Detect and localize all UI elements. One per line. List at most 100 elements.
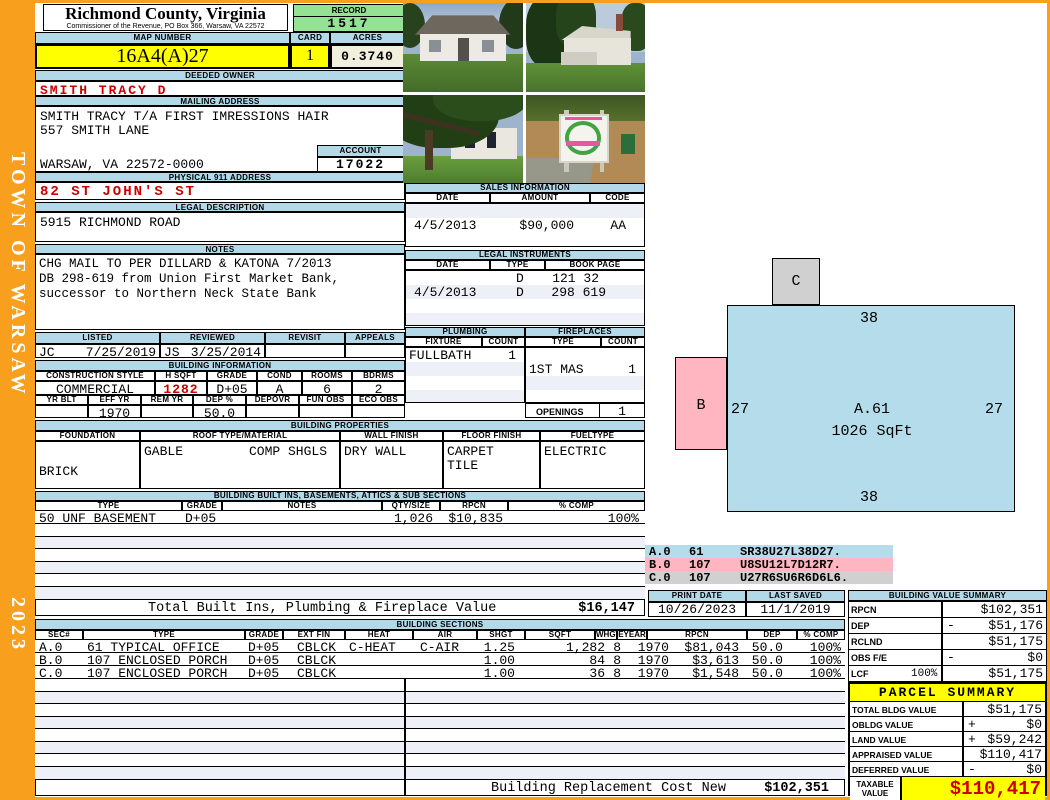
acres-label: ACRES	[330, 32, 405, 44]
legend-row-c: C.0 107 U27R6SU6R6D6L6.	[645, 571, 893, 585]
li-book-label: BOOK PAGE	[545, 260, 645, 270]
listed-date: 7/25/2019	[85, 345, 156, 358]
bi-notes-label: NOTES	[222, 501, 382, 511]
bs-rpcn-label: RPCN	[647, 630, 747, 640]
listed-by: JC	[39, 345, 55, 358]
yrblt-label: YR BLT	[35, 395, 88, 405]
listed-label: LISTED	[35, 332, 160, 344]
physical-address-value: 82 ST JOHN'S ST	[35, 182, 405, 200]
floor-finish-value: CARPET TILE	[443, 441, 540, 489]
parcel-row: TOTAL BLDG VALUE $51,175	[850, 702, 1045, 717]
built-ins-total-row: Total Built Ins, Plumbing & Fireplace Va…	[35, 599, 645, 616]
empty-row	[526, 348, 644, 362]
bvs-amount: $51,175	[988, 634, 1043, 649]
bs-extfin-label: EXT FIN	[283, 630, 345, 640]
fireplace-type-value: 1ST MAS	[529, 362, 584, 377]
bs-dep-label: DEP	[747, 630, 797, 640]
openings-label: OPENINGS	[536, 407, 584, 417]
map-number-value: 16A4(A)27	[35, 44, 290, 69]
parcel-row: APPRAISED VALUE $110,417	[850, 747, 1045, 762]
bs-eyear-label: EYEAR	[617, 630, 647, 640]
trunk	[424, 129, 433, 170]
built-ins-title: BUILDING BUILT INS, BASEMENTS, ATTICS & …	[35, 491, 645, 501]
parcel-label: APPRAISED VALUE	[852, 750, 933, 760]
deeded-owner-value: SMITH TRACY D	[35, 81, 405, 96]
divider	[962, 717, 964, 731]
fixture-count-value: 1	[508, 348, 516, 363]
empty-row	[406, 233, 644, 246]
legend-num: 107	[689, 558, 711, 572]
bvs-row: OBS F/E - $0	[848, 649, 1047, 665]
grade-label: GRADE	[207, 371, 257, 381]
sign-text	[566, 140, 600, 146]
sales-code-label: CODE	[590, 193, 645, 203]
porch	[561, 51, 598, 65]
bi-grade-label: GRADE	[182, 501, 222, 511]
parcel-op: +	[968, 717, 976, 732]
funobs-value	[299, 405, 352, 418]
legal-instrument-row: D 121 32	[406, 271, 644, 286]
parcel-summary: PARCEL SUMMARY TOTAL BLDG VALUE $51,175 …	[848, 682, 1047, 800]
parcel-label: OBLDG VALUE	[852, 720, 914, 730]
remyr-value	[141, 405, 193, 418]
mailing-line-3: WARSAW, VA 22572-0000	[40, 157, 204, 172]
sales-code: AA	[610, 218, 626, 233]
reviewed-by: JS	[164, 345, 180, 358]
reviewed-label: REVIEWED	[160, 332, 265, 344]
town-banner-text: TOWN OF WARSAW	[7, 152, 29, 398]
notes-line-2: DB 298-619 from Union First Market Bank,	[39, 272, 340, 286]
empty-row	[35, 741, 845, 754]
li-date: 4/5/2013	[414, 285, 477, 300]
effyr-value: 1970	[88, 405, 141, 418]
parcel-amount: $0	[1026, 762, 1042, 777]
dep-pct-label: DEP %	[193, 395, 246, 405]
plumbing-title: PLUMBING	[405, 327, 525, 337]
bvs-amount: $102,351	[980, 602, 1043, 617]
parcel-row: OBLDG VALUE + $0	[850, 717, 1045, 732]
taxable-row: TAXABLE VALUE $110,417	[850, 777, 1045, 800]
account-value: 17022	[317, 157, 404, 171]
legal-instrument-row: 4/5/2013 D 298 619	[406, 285, 644, 300]
depovr-label: DEPOVR	[246, 395, 299, 405]
openings-row: OPENINGS 1	[525, 403, 645, 418]
empty-row	[406, 299, 644, 313]
plumbing-rows: FULLBATH 1	[405, 347, 525, 403]
county-title: Richmond County, Virginia	[65, 4, 266, 23]
acres-value: 0.3740	[330, 44, 405, 69]
property-photo-sign	[525, 94, 645, 183]
portapotty	[621, 134, 636, 154]
legend-row-a: A.0 61 SR38U27L38D27.	[645, 545, 893, 559]
fixture-count-label: COUNT	[482, 337, 525, 347]
remyr-label: REM YR	[141, 395, 193, 405]
funobs-label: FUN OBS	[299, 395, 352, 405]
window	[481, 40, 494, 52]
door	[457, 38, 469, 61]
property-photo-tree	[403, 94, 523, 183]
li-type: D	[516, 271, 524, 286]
legal-instruments-title: LEGAL INSTRUMENTS	[405, 250, 645, 260]
floor-finish-line1: CARPET	[447, 444, 494, 459]
parcel-amount: $0	[1026, 717, 1042, 732]
parcel-summary-title: PARCEL SUMMARY	[850, 684, 1045, 702]
card-label: CARD	[290, 32, 330, 44]
bs-air-label: AIR	[413, 630, 477, 640]
grade-value: D+05	[207, 381, 257, 395]
cond-value: A	[257, 381, 302, 395]
bvs-amount: $51,176	[988, 618, 1043, 633]
notes-label: NOTES	[35, 244, 405, 254]
bs-heat-label: HEAT	[345, 630, 413, 640]
window	[429, 40, 442, 52]
bs-comp-label: % COMP	[797, 630, 845, 640]
empty-row	[406, 390, 524, 402]
empty-row	[406, 362, 524, 376]
rooms-label: ROOMS	[302, 371, 352, 381]
legend-vector: U27R6SU6R6D6L6.	[740, 571, 849, 585]
built-ins-total-label: Total Built Ins, Plumbing & Fireplace Va…	[148, 601, 497, 616]
map-number-label: MAP NUMBER	[35, 32, 290, 44]
bvs-label: RPCN	[851, 605, 877, 615]
empty-row	[35, 549, 645, 562]
mailing-address-label: MAILING ADDRESS	[35, 96, 405, 106]
sign-text	[564, 116, 602, 120]
bs-shgt-label: SHGT	[477, 630, 525, 640]
legal-instrument-rows: D 121 32 4/5/2013 D 298 619	[405, 270, 645, 326]
